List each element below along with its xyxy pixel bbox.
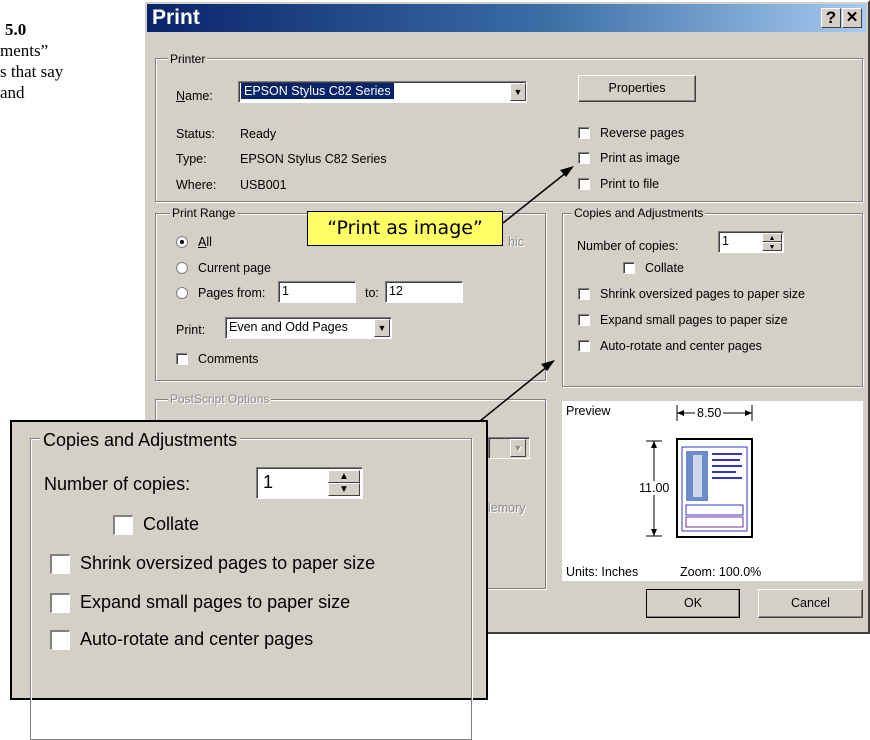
zoomed-copies-inset: Copies and Adjustments Number of copies:… — [10, 420, 488, 740]
zoomed-shrink-label: Shrink oversized pages to paper size — [80, 553, 376, 573]
zoomed-number-of-copies-value: 1 — [263, 472, 274, 492]
zoomed-number-of-copies-label: Number of copies: — [44, 474, 191, 494]
zoomed-collate-label: Collate — [143, 514, 200, 534]
zoomed-auto-rotate-label: Auto-rotate and center pages — [80, 629, 314, 649]
zoomed-expand-checkbox[interactable] — [50, 593, 70, 613]
zoomed-expand-label: Expand small pages to paper size — [80, 592, 351, 612]
zoomed-shrink-checkbox[interactable] — [50, 554, 70, 574]
zoomed-copies-legend: Copies and Adjustments — [40, 430, 241, 451]
zoomed-spin-down-icon[interactable]: ▼ — [328, 483, 360, 496]
zoomed-collate-checkbox[interactable] — [113, 515, 133, 535]
print-as-image-callout: “Print as image” — [307, 211, 503, 246]
zoomed-spin-up-icon[interactable]: ▲ — [328, 470, 360, 483]
zoomed-auto-rotate-checkbox[interactable] — [50, 630, 70, 650]
